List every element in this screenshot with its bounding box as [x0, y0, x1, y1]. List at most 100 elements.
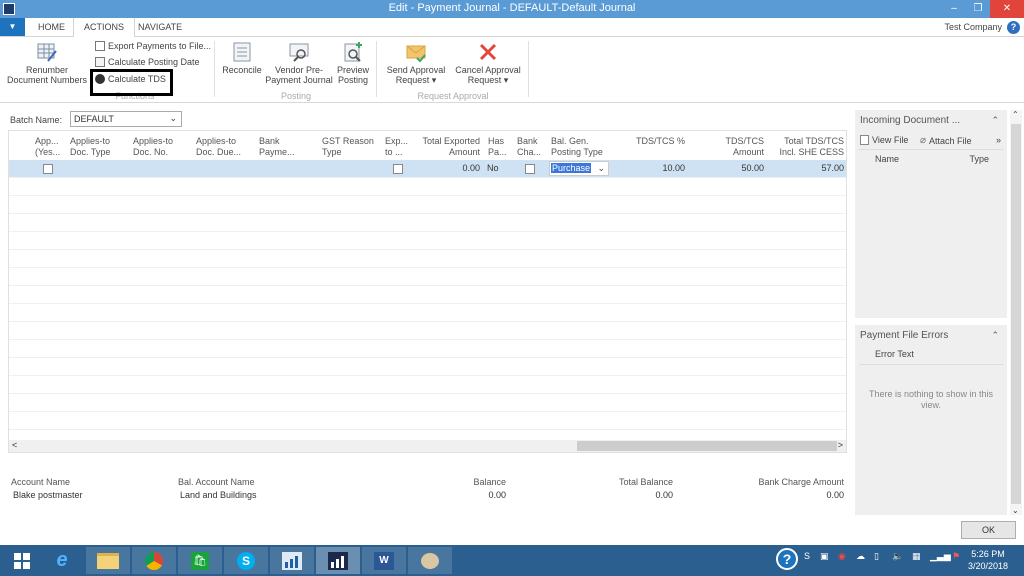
- help-tray-icon[interactable]: ?: [776, 548, 798, 570]
- attach-file-button[interactable]: ⌀ Attach File: [920, 135, 972, 146]
- more-actions-icon[interactable]: »: [996, 135, 1001, 145]
- table-row[interactable]: [9, 412, 846, 430]
- send-approval-request-button[interactable]: Send Approval Request ▾: [382, 41, 450, 85]
- bal-gen-posting-type-select[interactable]: Purchase ⌄: [549, 161, 609, 176]
- preview-posting-button[interactable]: Preview Posting: [334, 41, 372, 85]
- table-row[interactable]: 0.00 No Purchase ⌄ 10.00 50.00 57.00: [9, 160, 846, 178]
- tab-navigate[interactable]: NAVIGATE: [128, 18, 192, 37]
- view-file-button[interactable]: View File: [860, 135, 908, 145]
- column-header-bank-payment[interactable]: Bank Payme...: [259, 136, 295, 158]
- total-balance-label: Total Balance: [618, 477, 673, 487]
- app-tray-icon[interactable]: ▣: [820, 551, 829, 562]
- signal-icon[interactable]: ▁▃▅: [930, 551, 951, 562]
- tds-tcs-pct-cell[interactable]: 10.00: [619, 163, 685, 173]
- bank-charge-checkbox[interactable]: [525, 164, 535, 174]
- scroll-left-icon[interactable]: <: [12, 440, 17, 450]
- scrollbar-thumb[interactable]: [1011, 124, 1021, 504]
- column-header-total-tds-tcs[interactable]: Total TDS/TCS Incl. SHE CESS: [769, 136, 844, 158]
- column-header-error-text[interactable]: Error Text: [875, 349, 914, 359]
- export-payments-button[interactable]: Export Payments to File...: [95, 41, 211, 51]
- column-header-type[interactable]: Type: [969, 154, 989, 164]
- taskbar-chrome[interactable]: [132, 547, 176, 574]
- skype-tray-icon[interactable]: S: [804, 551, 810, 561]
- table-row[interactable]: [9, 178, 846, 196]
- factbox-vertical-scrollbar[interactable]: ⌃ ⌄: [1010, 110, 1022, 515]
- taskbar-dynamics-nav-active[interactable]: [316, 547, 360, 574]
- applies-yes-checkbox[interactable]: [43, 164, 53, 174]
- company-name[interactable]: Test Company: [944, 22, 1002, 32]
- column-header-gst-reason-type[interactable]: GST Reason Type: [322, 136, 374, 158]
- total-tds-tcs-cell[interactable]: 57.00: [769, 163, 844, 173]
- scroll-down-icon[interactable]: ⌄: [1012, 506, 1019, 515]
- table-row[interactable]: [9, 268, 846, 286]
- column-header-applies-to-doc-no[interactable]: Applies-to Doc. No.: [133, 136, 173, 158]
- column-header-has-payment[interactable]: Has Pa...: [488, 136, 507, 158]
- antivirus-tray-icon[interactable]: ◉: [838, 551, 846, 562]
- has-payment-cell[interactable]: No: [487, 163, 499, 173]
- tab-actions[interactable]: ACTIONS: [73, 18, 136, 38]
- scroll-up-icon[interactable]: ⌃: [1012, 110, 1019, 119]
- collapse-icon[interactable]: ⌃: [991, 115, 999, 126]
- taskbar-paint[interactable]: [408, 547, 452, 574]
- table-row[interactable]: [9, 286, 846, 304]
- cloud-tray-icon[interactable]: ☁: [856, 551, 865, 562]
- taskbar-file-explorer[interactable]: [86, 547, 130, 574]
- vendor-journal-icon: [289, 43, 309, 62]
- reconcile-button[interactable]: Reconcile: [220, 41, 264, 75]
- table-row[interactable]: [9, 358, 846, 376]
- column-header-tds-tcs-pct[interactable]: TDS/TCS %: [619, 136, 685, 147]
- network-tray-icon[interactable]: ▦: [912, 551, 921, 562]
- scrollbar-thumb[interactable]: [577, 441, 837, 451]
- taskbar-skype[interactable]: S: [224, 547, 268, 574]
- calculate-posting-date-button[interactable]: Calculate Posting Date: [95, 57, 200, 67]
- table-row[interactable]: [9, 196, 846, 214]
- battery-tray-icon[interactable]: ▯: [874, 551, 879, 562]
- table-row[interactable]: [9, 322, 846, 340]
- renumber-icon: [37, 43, 57, 62]
- table-row[interactable]: [9, 304, 846, 322]
- column-header-applies-yes[interactable]: App... (Yes...: [35, 136, 60, 158]
- horizontal-scrollbar[interactable]: < >: [9, 440, 846, 452]
- app-menu-button[interactable]: ▼: [0, 18, 25, 36]
- help-icon[interactable]: ?: [1007, 21, 1020, 34]
- scroll-right-icon[interactable]: >: [838, 440, 843, 450]
- start-button[interactable]: [0, 547, 44, 574]
- column-header-tds-tcs-amount[interactable]: TDS/TCS Amount: [699, 136, 764, 158]
- taskbar-internet-explorer[interactable]: e: [40, 547, 84, 574]
- restore-button[interactable]: ❐: [966, 0, 990, 18]
- tab-home[interactable]: HOME: [28, 18, 75, 37]
- column-header-applies-to-doc-due[interactable]: Applies-to Doc. Due...: [196, 136, 241, 158]
- table-row[interactable]: [9, 394, 846, 412]
- taskbar-store[interactable]: 🛍: [178, 547, 222, 574]
- batch-name-select[interactable]: DEFAULT ⌄: [70, 111, 182, 127]
- column-header-bank-charge[interactable]: Bank Cha...: [517, 136, 541, 158]
- vendor-pre-payment-journal-button[interactable]: Vendor Pre- Payment Journal: [264, 41, 334, 85]
- divider: [859, 149, 1003, 150]
- taskbar-word[interactable]: W: [362, 547, 406, 574]
- ok-button[interactable]: OK: [961, 521, 1016, 539]
- table-row[interactable]: [9, 214, 846, 232]
- view-file-label: View File: [872, 135, 909, 145]
- volume-icon[interactable]: 🔈: [892, 551, 903, 562]
- taskbar-dynamics-nav[interactable]: [270, 547, 314, 574]
- exported-checkbox[interactable]: [393, 164, 403, 174]
- action-center-icon[interactable]: ⚑: [952, 551, 960, 562]
- renumber-document-numbers-button[interactable]: Renumber Document Numbers: [4, 41, 90, 85]
- column-header-bal-gen-posting-type[interactable]: Bal. Gen. Posting Type: [551, 136, 603, 158]
- minimize-button[interactable]: –: [942, 0, 966, 18]
- vendor-pre-label-1: Vendor Pre-: [274, 65, 324, 75]
- total-exported-amount-cell[interactable]: 0.00: [414, 163, 480, 173]
- tds-tcs-amount-cell[interactable]: 50.00: [699, 163, 764, 173]
- column-header-exported[interactable]: Exp... to ...: [385, 136, 408, 158]
- close-button[interactable]: ✕: [990, 0, 1024, 18]
- column-header-applies-to-doc-type[interactable]: Applies-to Doc. Type: [70, 136, 110, 158]
- table-row[interactable]: [9, 340, 846, 358]
- column-header-total-exported-amount[interactable]: Total Exported Amount: [414, 136, 480, 158]
- system-clock[interactable]: 5:26 PM 3/20/2018: [968, 548, 1008, 572]
- table-row[interactable]: [9, 376, 846, 394]
- table-row[interactable]: [9, 232, 846, 250]
- cancel-approval-request-button[interactable]: Cancel Approval Request ▾: [452, 41, 524, 85]
- table-row[interactable]: [9, 250, 846, 268]
- collapse-icon[interactable]: ⌃: [991, 330, 999, 341]
- column-header-name[interactable]: Name: [875, 154, 899, 164]
